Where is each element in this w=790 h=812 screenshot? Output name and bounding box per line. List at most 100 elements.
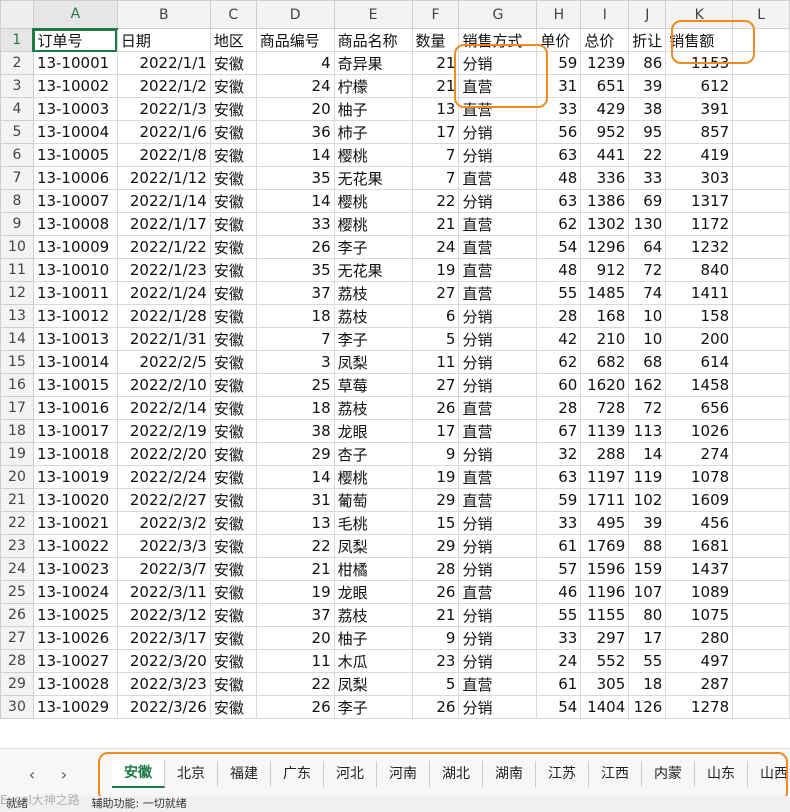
cell[interactable]: 商品名称 xyxy=(333,28,413,52)
cell[interactable]: 分销 xyxy=(458,304,538,328)
cell[interactable]: 13-10019 xyxy=(32,465,118,489)
cell[interactable]: 20 xyxy=(255,97,335,121)
cell[interactable]: 安徽 xyxy=(209,74,257,98)
cell[interactable]: 1172 xyxy=(665,212,734,236)
cell[interactable]: 李子 xyxy=(333,327,413,351)
sheet-tab[interactable]: 河北 xyxy=(324,761,377,787)
cell[interactable]: 24 xyxy=(411,235,460,259)
row-header[interactable]: 17 xyxy=(0,396,34,420)
row-header[interactable]: 25 xyxy=(0,580,34,604)
next-sheet-button[interactable]: › xyxy=(56,765,72,784)
cell[interactable]: 336 xyxy=(580,166,630,190)
cell[interactable]: 391 xyxy=(665,97,734,121)
cell[interactable]: 126 xyxy=(628,695,667,719)
cell[interactable]: 安徽 xyxy=(209,534,257,558)
cell[interactable]: 1026 xyxy=(665,419,734,443)
cell[interactable]: 13-10017 xyxy=(32,419,118,443)
sheet-tab[interactable]: 河南 xyxy=(377,761,430,787)
cell[interactable]: 168 xyxy=(580,304,630,328)
cell[interactable]: 13-10025 xyxy=(32,603,118,627)
cell[interactable]: 安徽 xyxy=(209,143,257,167)
cell[interactable]: 15 xyxy=(411,511,460,535)
cell[interactable]: 287 xyxy=(665,672,734,696)
cell[interactable]: 1437 xyxy=(665,557,734,581)
cell[interactable]: 952 xyxy=(580,120,630,144)
cell[interactable]: 商品编号 xyxy=(255,28,335,52)
cell[interactable]: 64 xyxy=(628,235,667,259)
cell[interactable]: 31 xyxy=(255,488,335,512)
cell[interactable]: 14 xyxy=(628,442,667,466)
cell[interactable] xyxy=(732,488,790,512)
cell[interactable]: 63 xyxy=(536,465,582,489)
row-header[interactable]: 4 xyxy=(0,97,34,121)
cell[interactable]: 17 xyxy=(411,419,460,443)
cell[interactable]: 840 xyxy=(665,258,734,282)
cell[interactable]: 18 xyxy=(255,304,335,328)
cell[interactable]: 42 xyxy=(536,327,582,351)
cell[interactable]: 280 xyxy=(665,626,734,650)
cell[interactable]: 分销 xyxy=(458,626,538,650)
cell[interactable]: 地区 xyxy=(209,28,257,52)
cell[interactable]: 分销 xyxy=(458,327,538,351)
cell[interactable]: 分销 xyxy=(458,603,538,627)
sheet-tab[interactable]: 安徽 xyxy=(112,760,165,788)
cell[interactable] xyxy=(732,557,790,581)
cell[interactable]: 樱桃 xyxy=(333,465,413,489)
cell[interactable] xyxy=(732,281,790,305)
row-header[interactable]: 14 xyxy=(0,327,34,351)
cell[interactable]: 柚子 xyxy=(333,626,413,650)
cell[interactable]: 葡萄 xyxy=(333,488,413,512)
cell[interactable]: 13-10018 xyxy=(32,442,118,466)
cell[interactable]: 59 xyxy=(536,51,582,75)
cell[interactable]: 柿子 xyxy=(333,120,413,144)
cell[interactable]: 安徽 xyxy=(209,465,257,489)
cell[interactable]: 直营 xyxy=(458,281,538,305)
cell[interactable]: 订单号 xyxy=(32,28,118,52)
cell[interactable]: 2022/2/5 xyxy=(116,350,211,374)
sheet-tab[interactable]: 江西 xyxy=(589,761,642,787)
cell[interactable]: 直营 xyxy=(458,419,538,443)
cell[interactable]: 2022/1/2 xyxy=(116,74,211,98)
cell[interactable]: 19 xyxy=(411,258,460,282)
cell[interactable]: 1769 xyxy=(580,534,630,558)
cell[interactable]: 2022/2/27 xyxy=(116,488,211,512)
cell[interactable]: 912 xyxy=(580,258,630,282)
cell[interactable]: 13-10026 xyxy=(32,626,118,650)
cell[interactable]: 62 xyxy=(536,212,582,236)
cell[interactable]: 龙眼 xyxy=(333,419,413,443)
cell[interactable]: 1232 xyxy=(665,235,734,259)
cell[interactable]: 安徽 xyxy=(209,442,257,466)
cell[interactable]: 李子 xyxy=(333,235,413,259)
cell[interactable] xyxy=(732,97,790,121)
cell[interactable]: 72 xyxy=(628,396,667,420)
cell[interactable]: 11 xyxy=(411,350,460,374)
cell[interactable]: 303 xyxy=(665,166,734,190)
cell[interactable]: 419 xyxy=(665,143,734,167)
cell[interactable]: 1404 xyxy=(580,695,630,719)
cell[interactable]: 2022/1/24 xyxy=(116,281,211,305)
cell[interactable]: 11 xyxy=(255,649,335,673)
cell[interactable]: 1485 xyxy=(580,281,630,305)
cell[interactable]: 113 xyxy=(628,419,667,443)
row-header[interactable]: 11 xyxy=(0,258,34,282)
row-header[interactable]: 1 xyxy=(0,28,35,52)
sheet-tab[interactable]: 北京 xyxy=(165,761,218,787)
cell[interactable]: 61 xyxy=(536,534,582,558)
cell[interactable]: 分销 xyxy=(458,649,538,673)
cell[interactable]: 分销 xyxy=(458,350,538,374)
cell[interactable]: 2022/1/31 xyxy=(116,327,211,351)
cell[interactable]: 分销 xyxy=(458,373,538,397)
column-header-j[interactable]: J xyxy=(628,0,667,29)
sheet-tab[interactable]: 湖北 xyxy=(430,761,483,787)
cell[interactable]: 102 xyxy=(628,488,667,512)
cell[interactable]: 直营 xyxy=(458,97,538,121)
cell[interactable] xyxy=(732,373,790,397)
cell[interactable]: 分销 xyxy=(458,189,538,213)
cell[interactable]: 1155 xyxy=(580,603,630,627)
cell[interactable]: 495 xyxy=(580,511,630,535)
cell[interactable]: 荔枝 xyxy=(333,304,413,328)
row-header[interactable]: 29 xyxy=(0,672,34,696)
cell[interactable]: 297 xyxy=(580,626,630,650)
row-header[interactable]: 22 xyxy=(0,511,34,535)
cell[interactable]: 38 xyxy=(628,97,667,121)
